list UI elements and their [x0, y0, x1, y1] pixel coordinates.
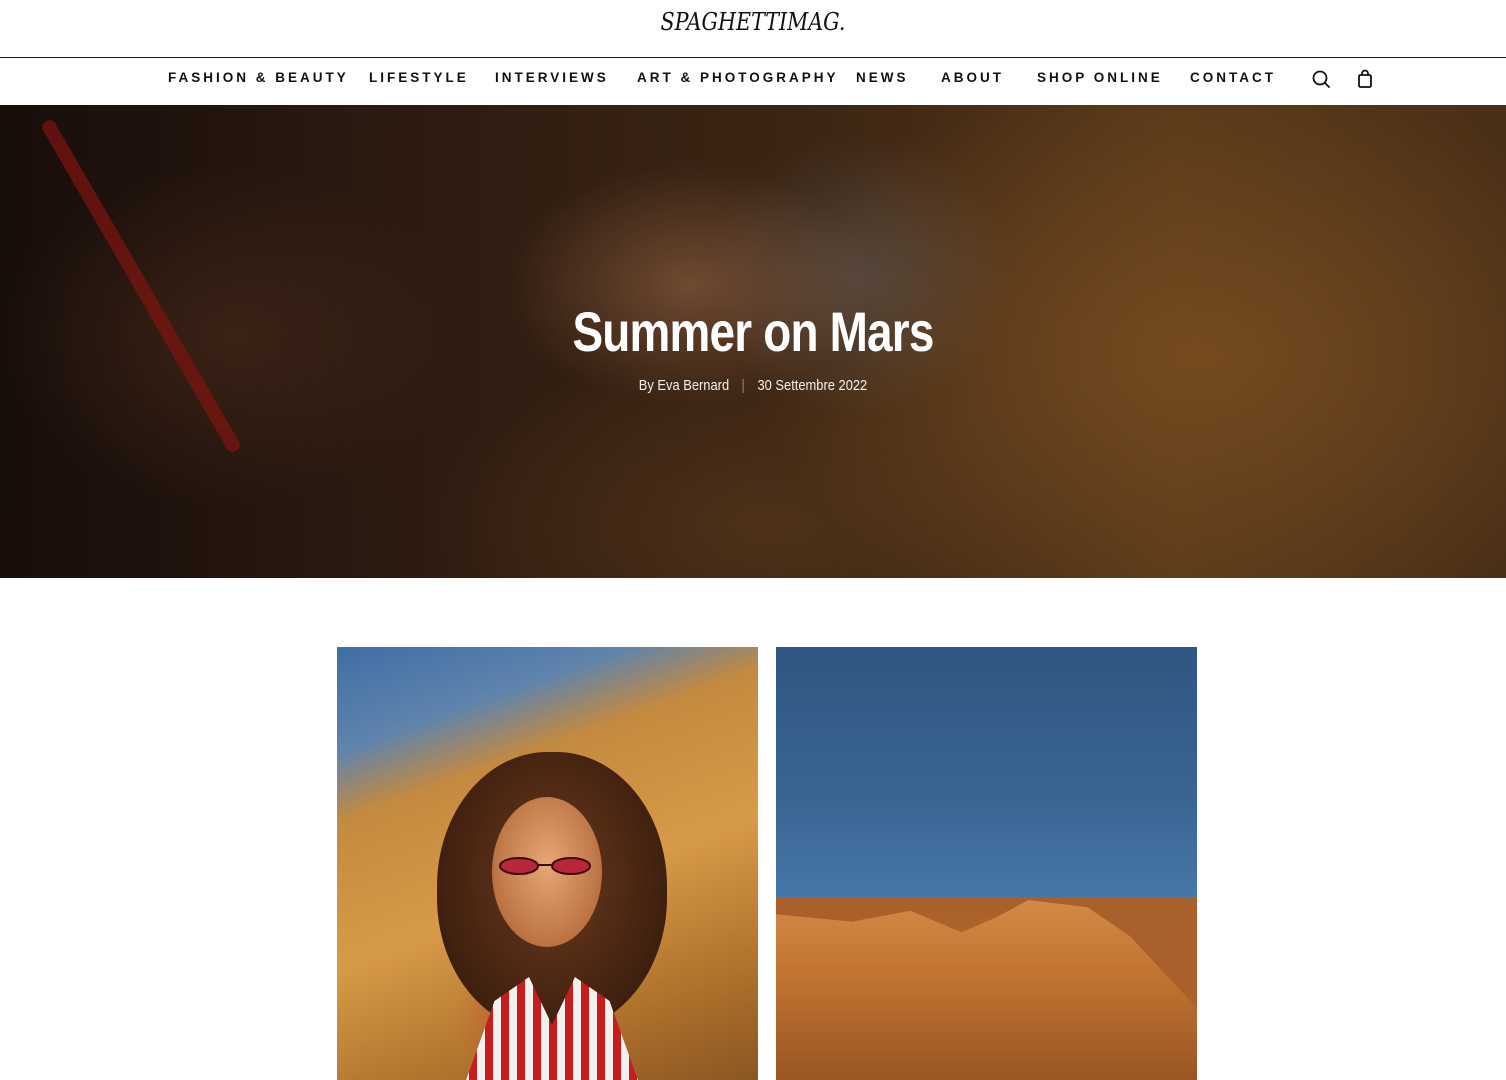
article-hero: Summer on Mars By Eva Bernard 30 Settemb…	[0, 105, 1506, 578]
hero-image-detail	[40, 118, 243, 455]
site-logo[interactable]: SPAGHETTIMAG.	[105, 8, 1400, 36]
article-meta: By Eva Bernard 30 Settembre 2022	[105, 377, 1400, 394]
nav-item-interviews[interactable]: INTERVIEWS	[495, 70, 609, 85]
search-icon[interactable]	[1310, 68, 1332, 90]
sunglasses-icon	[499, 857, 591, 875]
photo-mountain	[776, 900, 1197, 1080]
shopping-bag-icon[interactable]	[1354, 68, 1376, 90]
article-date: 30 Settembre 2022	[757, 377, 868, 394]
article-title: Summer on Mars	[572, 300, 934, 363]
nav-item-art-photography[interactable]: ART & PHOTOGRAPHY	[637, 70, 839, 85]
main-navigation: FASHION & BEAUTY LIFESTYLE INTERVIEWS AR…	[0, 59, 1506, 105]
nav-item-fashion-beauty[interactable]: FASHION & BEAUTY	[168, 70, 349, 85]
gallery-photo-landscape[interactable]	[776, 647, 1197, 1080]
meta-divider	[742, 378, 744, 393]
nav-item-news[interactable]: NEWS	[856, 70, 909, 85]
site-header: SPAGHETTIMAG.	[0, 0, 1506, 58]
nav-item-shop-online[interactable]: SHOP ONLINE	[1037, 70, 1163, 85]
gallery-photo-portrait[interactable]	[337, 647, 758, 1080]
nav-item-contact[interactable]: CONTACT	[1190, 70, 1276, 85]
nav-item-about[interactable]: ABOUT	[941, 70, 1004, 85]
nav-item-lifestyle[interactable]: LIFESTYLE	[369, 70, 469, 85]
article-author[interactable]: By Eva Bernard	[639, 377, 729, 394]
